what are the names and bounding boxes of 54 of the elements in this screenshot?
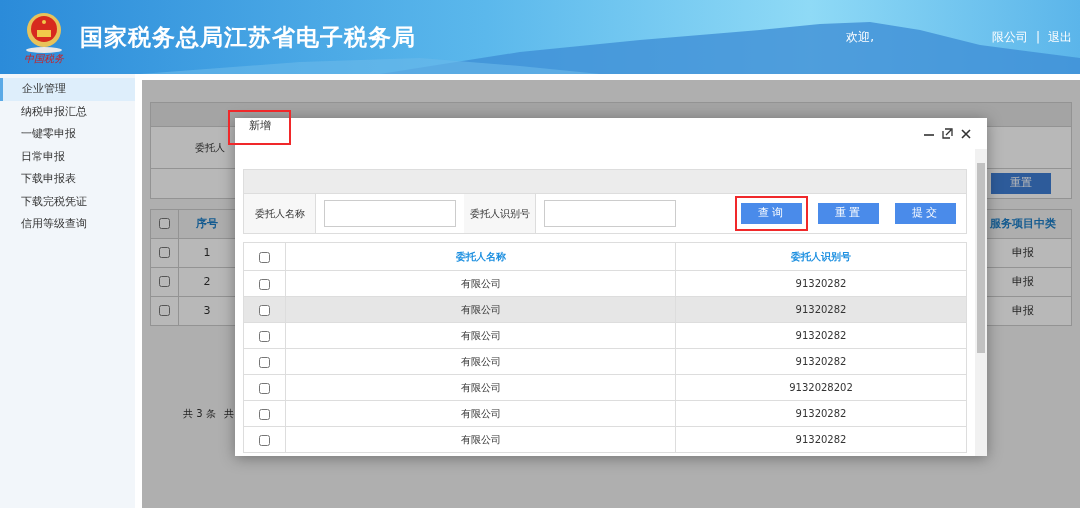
filter-label: 委托人 [195,141,225,155]
table-cell: 有限公司 [285,270,676,297]
row-checkbox[interactable] [259,330,270,342]
table-cell: 91320282 [675,426,967,453]
sidebar-item[interactable]: 信用等级查询 [0,213,135,236]
field-label: 委托人识别号 [464,194,536,233]
table-cell: 9132028202 [675,374,967,401]
sidebar-item[interactable]: 下载申报表 [0,168,135,191]
table-cell: 有限公司 [285,400,676,427]
welcome-text: 欢迎, [846,29,874,46]
input-field[interactable] [544,200,676,227]
column-header: 序号 [178,209,236,239]
dialog-title: 新增 [249,119,271,132]
separator-text: | [1035,29,1040,46]
company-name: 限公司 [991,29,1028,46]
sidebar-item[interactable]: 纳税申报汇总 [0,100,135,123]
table-cell: 91320282 [675,400,967,427]
field-label: 委托人名称 [244,194,316,233]
table-cell: 91320282 [675,270,967,297]
row-checkbox[interactable] [259,304,270,316]
table-cell: 91320282 [675,296,967,323]
table-cell: 有限公司 [285,296,676,323]
pagination-text: 共 [223,407,234,421]
reset-button[interactable]: 重置 [991,173,1051,194]
row-checkbox[interactable] [259,382,270,394]
table-cell: 91320282 [675,348,967,375]
row-checkbox[interactable] [259,278,270,290]
sidebar-item[interactable]: 日常申报 [0,145,135,168]
table-cell: 有限公司 [285,348,676,375]
table-cell: 91320282 [675,322,967,349]
table-cell: 有限公司 [285,426,676,453]
sidebar-item[interactable]: 企业管理 [0,78,135,101]
logo-text: 中国税务 [24,54,64,64]
scrollbar[interactable] [975,149,987,456]
sidebar-item[interactable]: 下载完税凭证 [0,190,135,213]
row-checkbox[interactable] [259,434,270,446]
close-icon[interactable] [961,128,971,139]
table-cell: 有限公司 [285,322,676,349]
row-checkbox[interactable] [259,356,270,368]
row-checkbox[interactable] [159,276,170,288]
site-title: 国家税务总局江苏省电子税务局 [80,22,416,52]
emblem-icon [24,10,64,54]
row-checkbox[interactable] [159,305,170,317]
column-header: 委托人名称 [285,242,676,271]
sidebar-item[interactable]: 一键零申报 [0,123,135,146]
row-checkbox[interactable] [159,247,170,259]
table-cell: 有限公司 [285,374,676,401]
maximize-icon[interactable] [942,128,953,139]
select-all-checkbox[interactable] [259,251,270,263]
row-checkbox[interactable] [259,408,270,420]
input-field[interactable] [324,200,456,227]
column-header: 委托人识别号 [675,242,967,271]
pagination-text: 共 3 条 [183,407,216,421]
checkbox[interactable] [159,218,170,230]
